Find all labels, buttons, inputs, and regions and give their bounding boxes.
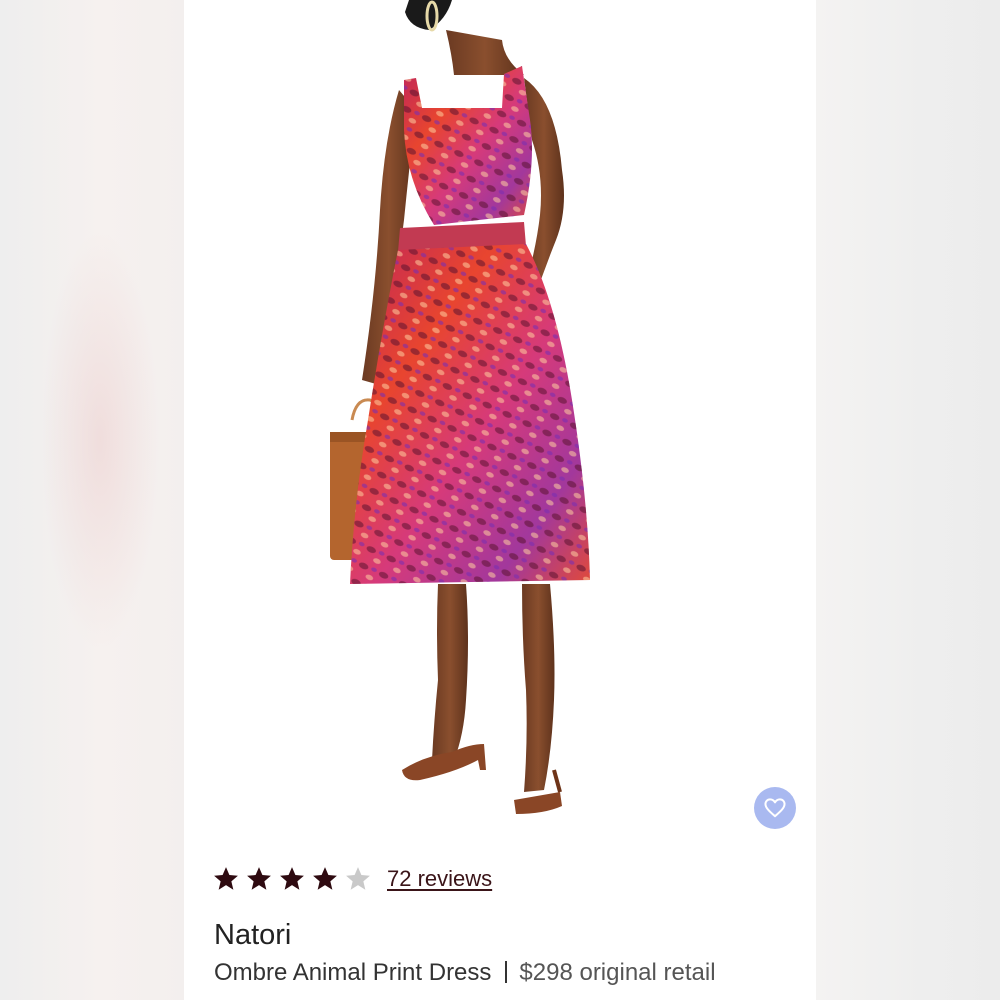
- star-filled-icon: [313, 867, 337, 890]
- product-info: Ombre Animal Print Dress $298 original re…: [214, 959, 716, 987]
- brand-name[interactable]: Natori: [214, 919, 291, 952]
- star-filled-icon: [247, 867, 271, 890]
- product-price: $298 original retail: [519, 959, 716, 986]
- reviews-link[interactable]: 72 reviews: [387, 866, 492, 892]
- star-filled-icon: [214, 867, 238, 890]
- star-filled-icon: [280, 867, 304, 890]
- product-image[interactable]: [184, 0, 816, 835]
- divider: [505, 961, 508, 983]
- page: 72 reviews Natori Ombre Animal Print Dre…: [0, 0, 1000, 1000]
- heart-outline-icon: [764, 798, 786, 818]
- star-empty-icon: [346, 867, 370, 890]
- favorite-button[interactable]: [754, 787, 796, 829]
- right-margin: [816, 0, 1000, 1000]
- product-name: Ombre Animal Print Dress: [214, 959, 492, 986]
- rating-row: 72 reviews: [212, 859, 492, 899]
- product-card: 72 reviews Natori Ombre Animal Print Dre…: [184, 0, 816, 1000]
- left-margin: [0, 0, 184, 1000]
